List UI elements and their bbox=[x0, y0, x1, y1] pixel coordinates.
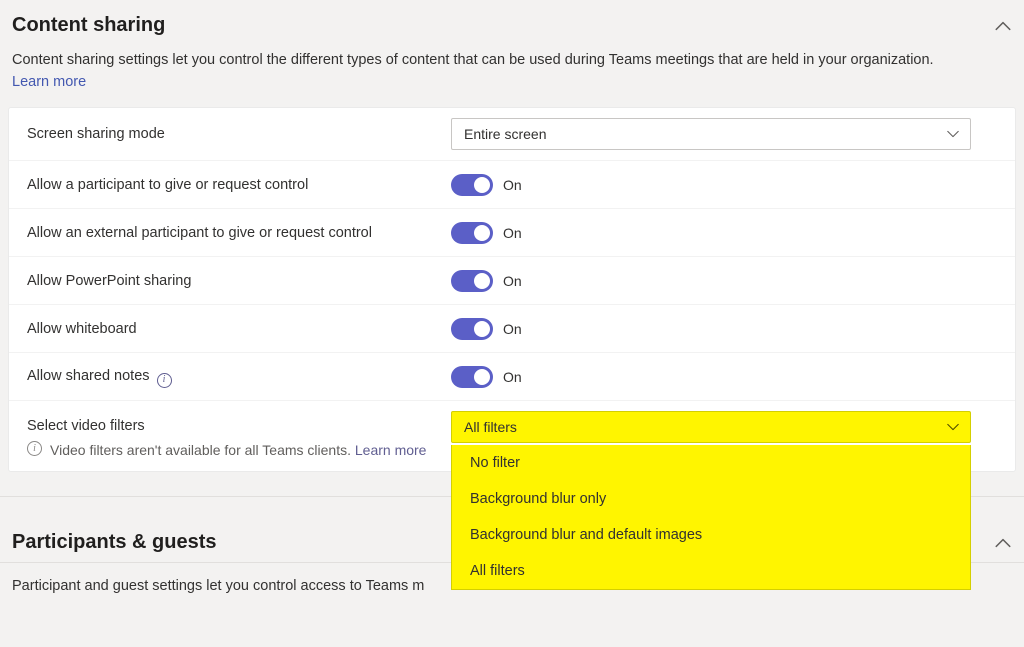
allow-external-control-ctrl: On bbox=[451, 222, 997, 244]
select-video-filters-dropdown-wrap: All filters No filter Background blur on… bbox=[451, 411, 971, 443]
screen-sharing-mode-control: Entire screen bbox=[451, 118, 997, 150]
allow-external-control-state: On bbox=[503, 225, 522, 241]
screen-sharing-mode-select[interactable]: Entire screen bbox=[451, 118, 971, 150]
allow-powerpoint-toggle[interactable] bbox=[451, 270, 493, 292]
allow-whiteboard-label: Allow whiteboard bbox=[27, 318, 451, 340]
allow-shared-notes-state: On bbox=[503, 369, 522, 385]
allow-shared-notes-label: Allow shared notes bbox=[27, 368, 150, 384]
video-filter-option[interactable]: Background blur and default images bbox=[452, 517, 970, 553]
chevron-down-icon bbox=[946, 420, 960, 434]
participants-guests-title: Participants & guests bbox=[12, 531, 217, 554]
screen-sharing-mode-label: Screen sharing mode bbox=[27, 123, 451, 145]
content-sharing-learn-more-link[interactable]: Learn more bbox=[12, 74, 86, 90]
allow-powerpoint-state: On bbox=[503, 273, 522, 289]
allow-whiteboard-state: On bbox=[503, 321, 522, 337]
video-filter-option[interactable]: Background blur only bbox=[452, 481, 970, 517]
info-icon: i bbox=[27, 441, 42, 456]
content-sharing-title: Content sharing bbox=[12, 14, 165, 37]
allow-powerpoint-label: Allow PowerPoint sharing bbox=[27, 270, 451, 292]
select-video-filters-selected: All filters bbox=[464, 419, 517, 435]
select-video-filters-select[interactable]: All filters bbox=[451, 411, 971, 443]
allow-participant-control-toggle[interactable] bbox=[451, 174, 493, 196]
screen-sharing-mode-row: Screen sharing mode Entire screen bbox=[9, 108, 1015, 161]
allow-participant-control-state: On bbox=[503, 177, 522, 193]
content-sharing-description: Content sharing settings let you control… bbox=[0, 43, 1024, 107]
screen-sharing-mode-value: Entire screen bbox=[464, 126, 546, 142]
chevron-down-icon bbox=[946, 127, 960, 141]
allow-powerpoint-row: Allow PowerPoint sharing On bbox=[9, 257, 1015, 305]
select-video-filters-label: Select video filters bbox=[27, 415, 431, 437]
select-video-filters-options: No filter Background blur only Backgroun… bbox=[451, 445, 971, 590]
allow-whiteboard-row: Allow whiteboard On bbox=[9, 305, 1015, 353]
chevron-up-icon bbox=[994, 17, 1012, 35]
select-video-filters-ctrl: All filters No filter Background blur on… bbox=[451, 411, 997, 443]
allow-external-control-toggle[interactable] bbox=[451, 222, 493, 244]
content-sharing-header[interactable]: Content sharing bbox=[0, 0, 1024, 43]
content-sharing-panel: Screen sharing mode Entire screen Allow … bbox=[8, 107, 1016, 472]
allow-participant-control-ctrl: On bbox=[451, 174, 997, 196]
select-video-filters-learn-more-link[interactable]: Learn more bbox=[355, 442, 427, 458]
allow-shared-notes-row: Allow shared notes i On bbox=[9, 353, 1015, 401]
allow-powerpoint-ctrl: On bbox=[451, 270, 997, 292]
select-video-filters-row: Select video filters i Video filters are… bbox=[9, 401, 1015, 471]
allow-shared-notes-ctrl: On bbox=[451, 366, 997, 388]
allow-shared-notes-label-wrap: Allow shared notes i bbox=[27, 365, 451, 388]
info-icon[interactable]: i bbox=[157, 373, 172, 388]
content-sharing-description-text: Content sharing settings let you control… bbox=[12, 52, 934, 68]
video-filter-option[interactable]: No filter bbox=[452, 445, 970, 481]
chevron-up-icon bbox=[994, 534, 1012, 552]
content-sharing-section: Content sharing Content sharing settings… bbox=[0, 0, 1024, 497]
video-filter-option[interactable]: All filters bbox=[452, 553, 970, 589]
allow-participant-control-label: Allow a participant to give or request c… bbox=[27, 174, 451, 196]
select-video-filters-hint: Video filters aren't available for all T… bbox=[50, 442, 351, 458]
allow-external-control-label: Allow an external participant to give or… bbox=[27, 222, 451, 244]
allow-whiteboard-ctrl: On bbox=[451, 318, 997, 340]
select-video-filters-label-wrap: Select video filters i Video filters are… bbox=[27, 411, 451, 461]
allow-shared-notes-toggle[interactable] bbox=[451, 366, 493, 388]
allow-external-control-row: Allow an external participant to give or… bbox=[9, 209, 1015, 257]
allow-whiteboard-toggle[interactable] bbox=[451, 318, 493, 340]
select-video-filters-hint-wrap: i Video filters aren't available for all… bbox=[27, 439, 431, 461]
participants-guests-description-text: Participant and guest settings let you c… bbox=[12, 578, 424, 594]
allow-participant-control-row: Allow a participant to give or request c… bbox=[9, 161, 1015, 209]
